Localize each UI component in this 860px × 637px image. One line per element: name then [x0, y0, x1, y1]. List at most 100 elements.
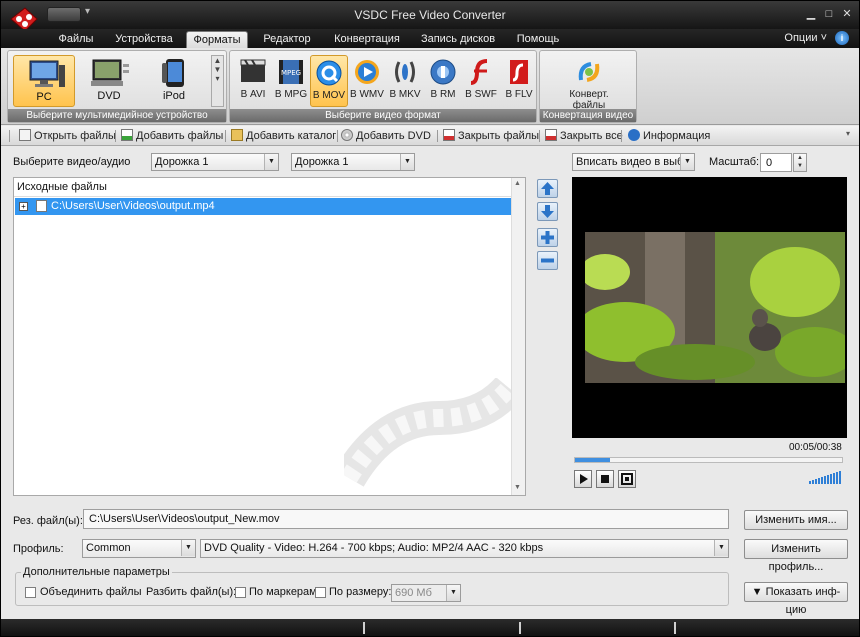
volume-icon[interactable]	[809, 469, 843, 484]
add-folder-label: Добавить каталог	[246, 130, 337, 142]
info-button[interactable]: Информация	[628, 129, 710, 144]
quality-select[interactable]: DVD Quality - Video: H.264 - 700 kbps; A…	[200, 539, 729, 558]
convert-files-button[interactable]: Конверт. файлы	[558, 55, 620, 111]
pc-icon	[29, 60, 65, 87]
status-bar	[1, 619, 859, 636]
open-files-label: Открыть файлы	[34, 130, 116, 142]
open-files-button[interactable]: Открыть файлы	[19, 129, 116, 144]
scroll-down-icon[interactable]: ▼	[514, 484, 521, 491]
chevron-down-icon: ▼	[181, 540, 195, 556]
device-dvd-button[interactable]: DVD	[78, 55, 140, 107]
info-label: Информация	[643, 130, 711, 142]
tab-files[interactable]: Файлы	[53, 31, 99, 49]
stop-button[interactable]	[596, 470, 614, 488]
add-files-icon	[121, 129, 133, 141]
list-scrollbar[interactable]: ▲ ▼	[511, 178, 525, 495]
size-value: 690 Мб	[395, 587, 432, 599]
device-group-caption: Выберите мультимедийное устройство	[8, 109, 226, 122]
format-rm-button[interactable]: В RM	[424, 55, 462, 107]
device-pc-button[interactable]: PC	[13, 55, 75, 107]
tab-disc-burning[interactable]: Запись дисков	[416, 31, 500, 49]
source-file-row[interactable]: + C:\Users\User\Videos\output.mp4	[15, 198, 511, 215]
tab-help[interactable]: Помощь	[509, 31, 567, 49]
minimize-icon[interactable]: ▁	[803, 7, 819, 21]
format-swf-button[interactable]: В SWF	[462, 55, 500, 107]
play-button[interactable]	[574, 470, 592, 488]
format-flv-button[interactable]: В FLV	[500, 55, 538, 107]
format-mkv-button[interactable]: В MKV	[386, 55, 424, 107]
move-down-button[interactable]	[537, 202, 558, 221]
source-files-header: Исходные файлы	[14, 178, 512, 197]
format-mkv-label: В MKV	[389, 89, 421, 100]
track-select-1[interactable]: Дорожка 1 ▼	[151, 153, 279, 171]
arrow-down-icon	[541, 205, 554, 218]
show-info-button[interactable]: ▼ Показать инф-цию	[744, 582, 848, 616]
toolbar-separator	[621, 130, 622, 142]
ribbon: PC DVD iPod ▲ ▼ ▾ Выберите мультимедийное …	[1, 48, 859, 125]
status-divider	[363, 622, 365, 634]
extra-params-legend: Дополнительные параметры	[21, 566, 172, 578]
scale-spinner[interactable]: ▲ ▼	[793, 153, 807, 172]
track-select-2[interactable]: Дорожка 1 ▼	[291, 153, 415, 171]
convert-icon	[578, 62, 600, 82]
remove-item-button[interactable]	[537, 251, 558, 270]
close-all-label: Закрыть все	[560, 130, 623, 142]
add-dvd-button[interactable]: Добавить DVD	[341, 129, 431, 144]
convert-label-line1: Конверт.	[569, 89, 609, 100]
source-files-list[interactable]: Исходные файлы + C:\Users\User\Videos\ou…	[13, 177, 526, 496]
tab-formats[interactable]: Форматы	[186, 31, 248, 49]
video-preview[interactable]	[572, 177, 847, 438]
close-files-button[interactable]: Закрыть файлы	[443, 129, 539, 144]
device-ipod-button[interactable]: iPod	[143, 55, 205, 107]
video-frame	[585, 232, 845, 383]
toolbar-separator	[437, 130, 438, 142]
toolbar-grip	[9, 130, 10, 142]
tab-conversion[interactable]: Конвертация	[327, 31, 407, 49]
add-files-button[interactable]: Добавить файлы	[121, 129, 223, 144]
help-icon[interactable]: i	[835, 31, 849, 45]
svg-text:MPEG: MPEG	[281, 69, 301, 77]
mkv-icon	[395, 61, 415, 83]
format-avi-button[interactable]: В AVI	[234, 55, 272, 107]
scale-input[interactable]: 0	[760, 153, 792, 172]
size-select[interactable]: 690 Мб ▼	[391, 584, 461, 602]
add-dvd-icon	[341, 129, 353, 141]
device-dvd-label: DVD	[97, 90, 121, 102]
convert-group-caption: Конвертация видео	[540, 109, 636, 122]
change-profile-button[interactable]: Изменить профиль...	[744, 539, 848, 573]
film-strip-watermark	[344, 378, 514, 487]
tab-devices[interactable]: Устройства	[109, 31, 179, 49]
toolbar-overflow-icon[interactable]: ▾	[846, 129, 850, 144]
close-all-button[interactable]: Закрыть все	[545, 129, 623, 144]
seek-bar[interactable]	[574, 457, 843, 463]
format-mpg-button[interactable]: MPEG В MPG	[272, 55, 310, 107]
options-menu[interactable]: Опции ˅	[784, 32, 827, 44]
flash-icon	[470, 59, 488, 85]
format-mov-button[interactable]: В MOV	[310, 55, 348, 107]
realmedia-icon	[430, 59, 456, 85]
move-up-button[interactable]	[537, 179, 558, 198]
device-gallery-scroll[interactable]: ▲ ▼ ▾	[211, 55, 224, 107]
add-folder-button[interactable]: Добавить каталог	[231, 129, 336, 144]
output-path-field[interactable]: C:\Users\User\Videos\output_New.mov	[83, 509, 729, 529]
expand-icon[interactable]: +	[19, 202, 28, 211]
open-file-icon	[19, 129, 31, 141]
quicktime-icon	[316, 60, 342, 86]
tab-editor[interactable]: Редактор	[257, 31, 317, 49]
merge-files-checkbox[interactable]	[25, 587, 36, 598]
profile-select[interactable]: Common ▼	[82, 539, 196, 558]
format-wmv-button[interactable]: В WMV	[348, 55, 386, 107]
add-item-button[interactable]	[537, 228, 558, 247]
format-flv-label: В FLV	[505, 89, 533, 100]
scroll-up-icon[interactable]: ▲	[514, 180, 521, 187]
maximize-icon[interactable]: □	[821, 7, 837, 21]
rename-button[interactable]: Изменить имя...	[744, 510, 848, 530]
fit-mode-select[interactable]: Вписать видео в выбр ▼	[572, 153, 695, 171]
wmv-icon	[355, 60, 379, 84]
fullscreen-button[interactable]	[618, 470, 636, 488]
by-size-checkbox[interactable]	[315, 587, 326, 598]
by-markers-checkbox[interactable]	[235, 587, 246, 598]
close-icon[interactable]: ✕	[839, 7, 855, 21]
profile-value: Common	[86, 542, 131, 554]
format-wmv-label: В WMV	[350, 89, 384, 100]
